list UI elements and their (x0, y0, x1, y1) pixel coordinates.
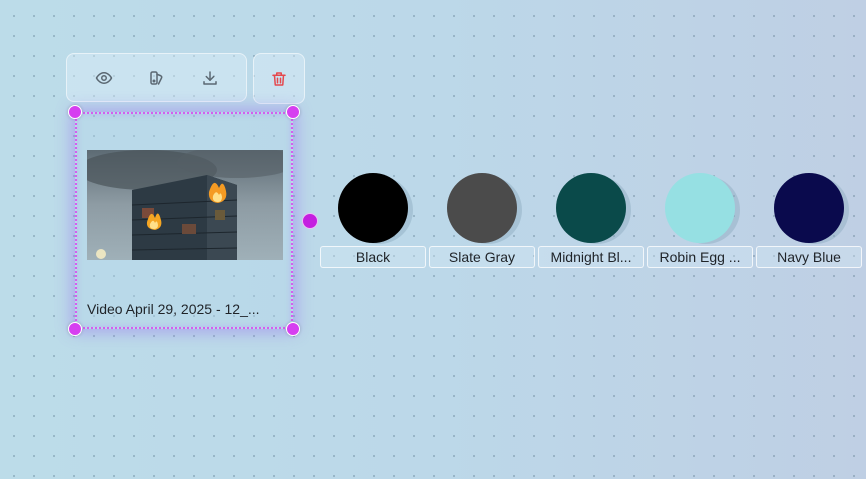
resize-handle-bottom-left[interactable] (68, 322, 82, 336)
swatch-color-robin-egg[interactable] (665, 173, 735, 243)
resize-handle-top-left[interactable] (68, 105, 82, 119)
video-node[interactable]: Video April 29, 2025 - 12_... (75, 112, 293, 329)
delete-toolbar (253, 53, 305, 104)
node-label: Video April 29, 2025 - 12_... (87, 301, 260, 317)
resize-handle-bottom-right[interactable] (286, 322, 300, 336)
preview-button[interactable] (92, 66, 116, 90)
swatch-color-black[interactable] (338, 173, 408, 243)
layers-icon (149, 70, 162, 85)
layers-button[interactable] (145, 66, 169, 90)
swatch-label-midnight-blue[interactable]: Midnight Bl... (538, 246, 644, 268)
download-button[interactable] (198, 66, 222, 90)
download-icon (202, 70, 217, 85)
video-thumbnail-image (87, 150, 283, 260)
delete-button[interactable] (267, 67, 291, 91)
swatch-color-midnight-blue[interactable] (556, 173, 626, 243)
resize-handle-top-right[interactable] (286, 105, 300, 119)
video-thumbnail (87, 150, 283, 260)
swatch-label-slate-gray[interactable]: Slate Gray (429, 246, 535, 268)
swatch-label-robin-egg[interactable]: Robin Egg ... (647, 246, 753, 268)
swatch-label-black[interactable]: Black (320, 246, 426, 268)
trash-icon (272, 71, 286, 86)
eye-icon (95, 71, 112, 84)
swatch-label-navy-blue[interactable]: Navy Blue (756, 246, 862, 268)
swatch-color-slate-gray[interactable] (447, 173, 517, 243)
output-port[interactable] (302, 213, 318, 229)
swatch-color-navy-blue[interactable] (774, 173, 844, 243)
node-toolbar (66, 53, 247, 102)
